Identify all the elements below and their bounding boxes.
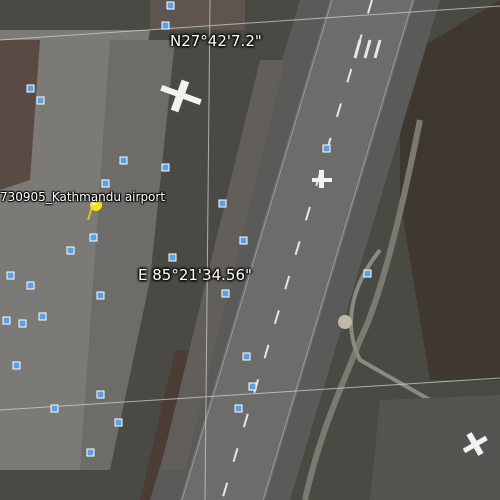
placemark-label[interactable]: 730905_Kathmandu airport xyxy=(0,190,165,204)
photo-marker-icon[interactable] xyxy=(168,253,177,262)
photo-marker-icon[interactable] xyxy=(239,236,248,245)
photo-marker-icon[interactable] xyxy=(6,271,15,280)
photo-marker-icon[interactable] xyxy=(96,390,105,399)
photo-marker-icon[interactable] xyxy=(242,352,251,361)
round-structure xyxy=(338,315,352,329)
photo-marker-icon[interactable] xyxy=(86,448,95,457)
photo-marker-icon[interactable] xyxy=(322,144,331,153)
photo-marker-icon[interactable] xyxy=(363,269,372,278)
longitude-label: E 85°21'34.56" xyxy=(138,266,252,284)
photo-marker-icon[interactable] xyxy=(248,382,257,391)
photo-marker-icon[interactable] xyxy=(119,156,128,165)
photo-marker-icon[interactable] xyxy=(18,319,27,328)
photo-marker-icon[interactable] xyxy=(12,361,21,370)
photo-marker-icon[interactable] xyxy=(96,291,105,300)
photo-marker-icon[interactable] xyxy=(26,84,35,93)
photo-marker-icon[interactable] xyxy=(38,312,47,321)
photo-marker-icon[interactable] xyxy=(166,1,175,10)
photo-marker-icon[interactable] xyxy=(50,404,59,413)
photo-marker-icon[interactable] xyxy=(26,281,35,290)
photo-marker-icon[interactable] xyxy=(36,96,45,105)
photo-marker-icon[interactable] xyxy=(2,316,11,325)
satellite-map-view[interactable]: N27°42'7.2" E 85°21'34.56" 730905_Kathma… xyxy=(0,0,500,500)
photo-marker-icon[interactable] xyxy=(218,199,227,208)
latitude-label: N27°42'7.2" xyxy=(170,32,262,50)
photo-marker-icon[interactable] xyxy=(221,289,230,298)
photo-marker-icon[interactable] xyxy=(101,179,110,188)
photo-marker-icon[interactable] xyxy=(234,404,243,413)
photo-marker-icon[interactable] xyxy=(114,418,123,427)
photo-marker-icon[interactable] xyxy=(161,21,170,30)
photo-marker-icon[interactable] xyxy=(89,233,98,242)
photo-marker-icon[interactable] xyxy=(66,246,75,255)
photo-marker-icon[interactable] xyxy=(161,163,170,172)
map-imagery xyxy=(0,0,500,500)
southeast-apron xyxy=(370,395,500,500)
